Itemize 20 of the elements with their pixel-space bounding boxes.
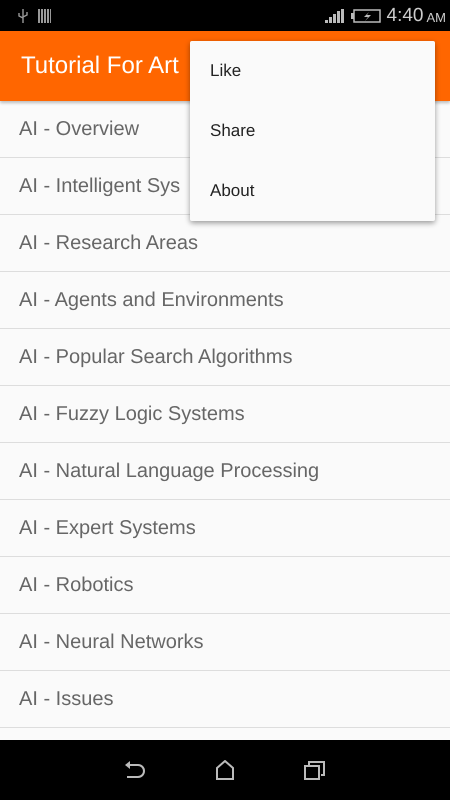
list-item[interactable]: AI - Fuzzy Logic Systems (0, 386, 450, 443)
app-title: Tutorial For Art (21, 52, 179, 80)
list-item[interactable]: AI - Expert Systems (0, 500, 450, 557)
battery-icon (350, 8, 381, 22)
menu-item[interactable]: Share (190, 101, 435, 161)
recent-apps-icon[interactable] (304, 760, 326, 780)
list-item[interactable]: AI - Issues (0, 671, 450, 728)
home-icon[interactable] (214, 760, 235, 780)
barcode-icon (38, 8, 51, 22)
list-item[interactable]: AI - Robotics (0, 557, 450, 614)
list-item[interactable]: AI - Popular Search Algorithms (0, 329, 450, 386)
list-item[interactable]: AI - Agents and Environments (0, 272, 450, 329)
back-icon[interactable] (124, 760, 146, 780)
clock-period: AM (426, 10, 446, 25)
list-item[interactable]: AI - Natural Language Processing (0, 443, 450, 500)
clock-time: 4:40 (386, 4, 424, 26)
menu-item[interactable]: Like (190, 41, 435, 101)
signal-icon (324, 8, 345, 22)
list-item[interactable]: AI - Neural Networks (0, 614, 450, 671)
usb-icon (18, 8, 28, 22)
